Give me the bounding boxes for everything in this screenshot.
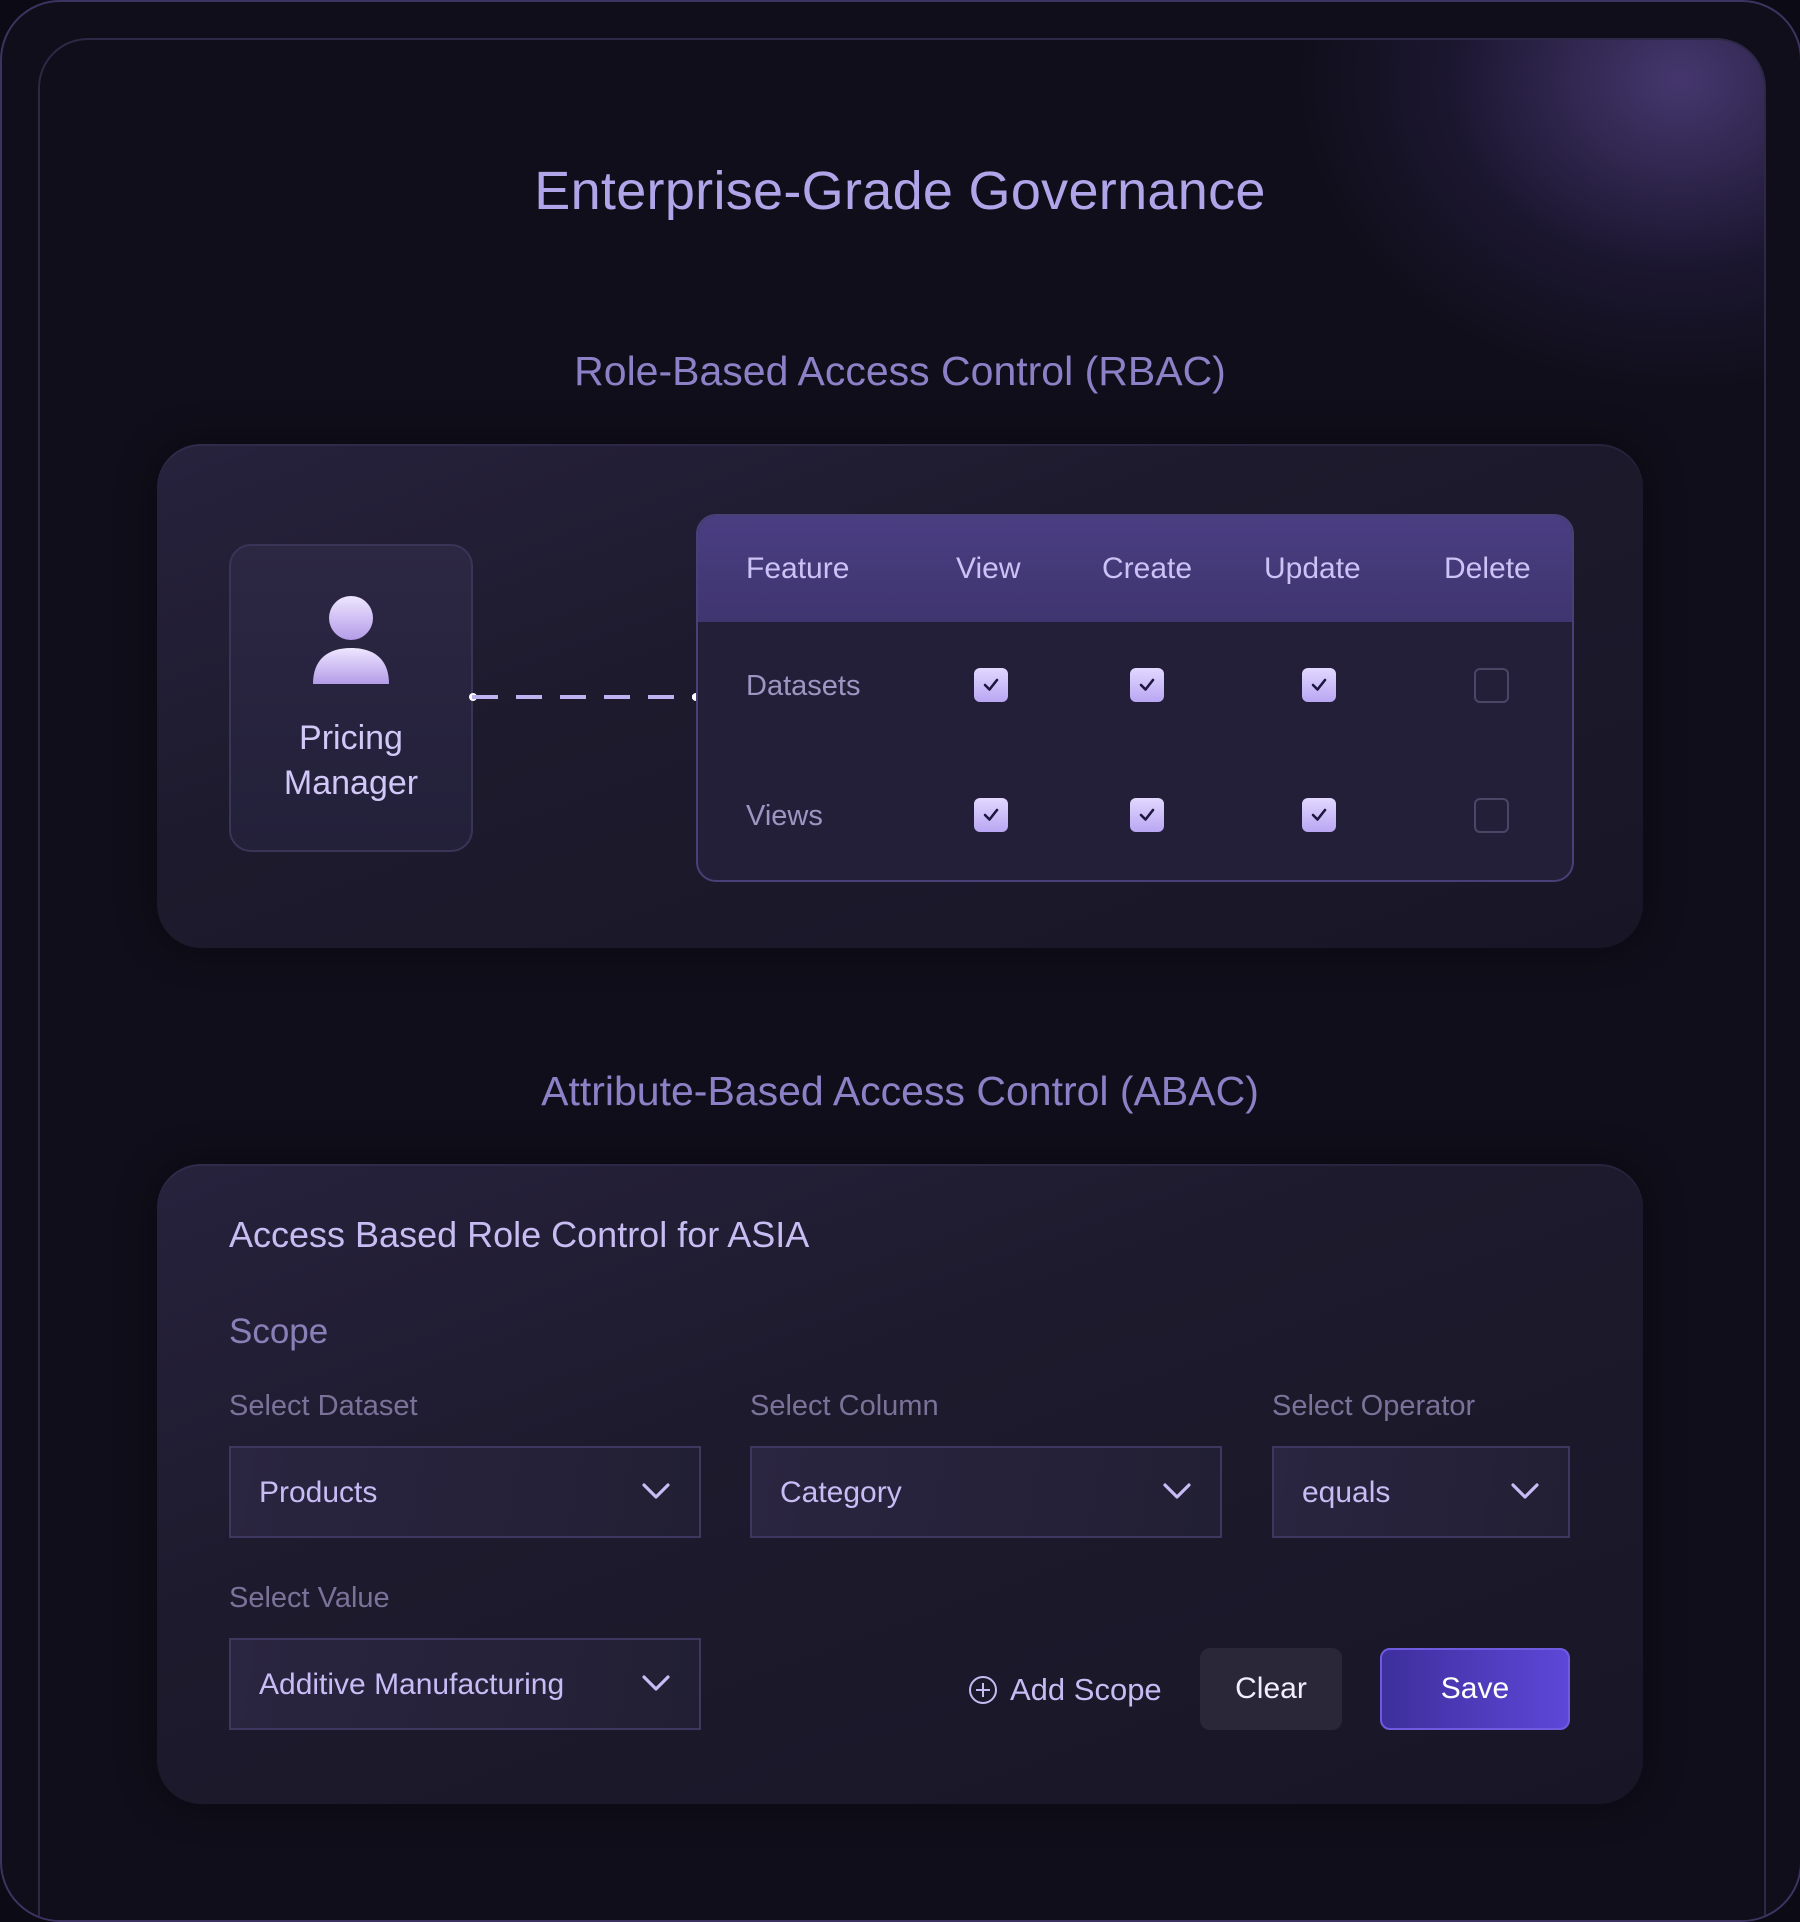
chevron-down-icon [1511,1483,1539,1499]
feature-name: Datasets [746,670,861,702]
column-value: Category [780,1476,902,1509]
chevron-down-icon [642,1675,670,1691]
feature-name: Views [746,800,823,832]
checkbox-views-view[interactable] [974,798,1008,832]
rbac-section-title: Role-Based Access Control (RBAC) [574,348,1226,394]
permission-row-views: Views [698,766,1572,866]
abac-section-title: Attribute-Based Access Control (ABAC) [541,1068,1259,1114]
check-icon [1139,678,1155,691]
permission-row-datasets: Datasets [698,636,1572,736]
header-feature: Feature [746,552,850,585]
value-value: Additive Manufacturing [259,1668,565,1701]
check-icon [1139,808,1155,821]
dataset-value: Products [259,1476,378,1509]
permissions-table: Feature View Create Update Delete Datase… [696,514,1574,882]
role-name-line2: Manager [283,764,419,802]
checkbox-datasets-update[interactable] [1302,668,1336,702]
role-name-line1: Pricing [299,719,403,757]
scope-label: Scope [229,1312,329,1351]
check-icon [1311,678,1327,691]
dataset-label: Select Dataset [229,1390,418,1422]
header-delete: Delete [1444,552,1531,585]
check-icon [983,808,999,821]
dataset-select[interactable]: Products [229,1446,701,1538]
operator-value: equals [1302,1476,1391,1509]
save-button[interactable]: Save [1380,1648,1570,1730]
value-label: Select Value [229,1582,390,1614]
add-scope-button[interactable]: Add Scope [968,1668,1162,1712]
checkbox-datasets-create[interactable] [1130,668,1164,702]
permissions-header-row: Feature View Create Update Delete [698,516,1572,622]
column-select[interactable]: Category [750,1446,1222,1538]
add-scope-label: Add Scope [1010,1672,1162,1707]
checkbox-views-delete[interactable] [1474,798,1509,833]
checkbox-datasets-delete[interactable] [1474,668,1509,703]
header-view: View [956,552,1021,585]
check-icon [1311,808,1327,821]
chevron-down-icon [642,1483,670,1499]
checkbox-datasets-view[interactable] [974,668,1008,702]
header-update: Update [1264,552,1361,585]
chevron-down-icon [1163,1483,1191,1499]
user-icon [313,596,389,684]
role-name: Pricing Manager [231,716,471,806]
checkbox-views-create[interactable] [1130,798,1164,832]
page-title: Enterprise-Grade Governance [534,161,1266,221]
operator-label: Select Operator [1272,1390,1476,1422]
plus-circle-icon [969,1676,997,1704]
operator-select[interactable]: equals [1272,1446,1570,1538]
checkbox-views-update[interactable] [1302,798,1336,832]
abac-card-title: Access Based Role Control for ASIA [229,1214,810,1255]
check-icon [983,678,999,691]
column-label: Select Column [750,1390,939,1422]
role-tile[interactable]: Pricing Manager [229,544,473,852]
header-create: Create [1102,552,1193,585]
role-connector [469,693,700,701]
value-select[interactable]: Additive Manufacturing [229,1638,701,1730]
clear-button[interactable]: Clear [1200,1648,1342,1730]
